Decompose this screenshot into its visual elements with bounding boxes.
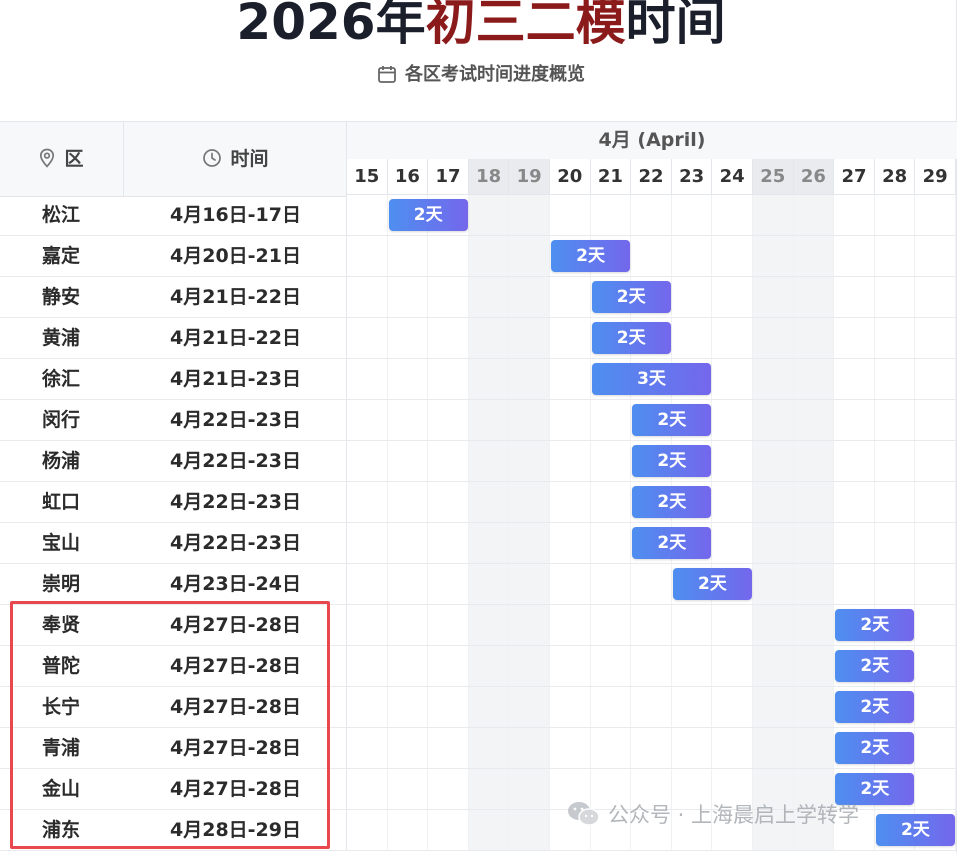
header-time-label: 时间 xyxy=(230,148,269,170)
duration-bar: 2天 xyxy=(632,486,712,518)
day-header: 16 xyxy=(387,159,429,195)
day-header: 24 xyxy=(712,159,753,195)
day-header: 26 xyxy=(793,159,835,195)
district-name: 嘉定 xyxy=(41,245,80,267)
day-header: 28 xyxy=(874,159,916,195)
day-header: 23 xyxy=(671,159,713,195)
district-name: 虹口 xyxy=(41,491,80,513)
day-header: 15 xyxy=(347,159,388,195)
exam-dates: 4月20日-21日 xyxy=(170,245,301,267)
exam-dates: 4月23日-24日 xyxy=(170,573,301,595)
district-name: 静安 xyxy=(41,286,80,308)
table-row: 嘉定 4月20日-21日 2天 xyxy=(0,236,957,277)
district-name: 崇明 xyxy=(41,573,80,595)
duration-bar: 2天 xyxy=(591,281,671,313)
table-row: 虹口 4月22日-23日 2天 xyxy=(0,482,957,523)
table-row: 崇明 4月23日-24日 2天 xyxy=(0,564,957,605)
header-time: 时间 xyxy=(124,122,347,196)
watermark: 公众号 · 上海晨启上学转学 xyxy=(566,800,859,830)
table-row: 徐汇 4月21日-23日 3天 xyxy=(0,359,957,400)
duration-bar: 2天 xyxy=(835,650,915,682)
district-name: 徐汇 xyxy=(41,368,80,390)
day-header: 22 xyxy=(631,159,672,195)
duration-bar: 2天 xyxy=(632,404,712,436)
duration-bar: 3天 xyxy=(591,363,712,395)
day-header: 18 xyxy=(468,159,510,195)
exam-dates: 4月21日-23日 xyxy=(170,368,301,390)
title-highlight: 初三二模 xyxy=(425,0,626,51)
day-header: 27 xyxy=(834,159,875,195)
district-name: 黄浦 xyxy=(41,327,80,349)
header-district: 区 xyxy=(0,122,122,196)
duration-bar: 2天 xyxy=(672,568,752,600)
table-row: 闵行 4月22日-23日 2天 xyxy=(0,400,957,441)
subtitle-text: 各区考试时间进度概览 xyxy=(405,64,585,85)
wechat-icon xyxy=(568,802,600,826)
duration-bar: 2天 xyxy=(632,527,712,559)
table-row: 宝山 4月22日-23日 2天 xyxy=(0,523,957,564)
day-header: 21 xyxy=(590,159,632,195)
duration-bar: 2天 xyxy=(388,199,468,231)
table-row: 杨浦 4月22日-23日 2天 xyxy=(0,441,957,482)
day-header: 25 xyxy=(753,159,794,195)
exam-dates: 4月16日-17日 xyxy=(170,204,301,226)
exam-dates: 4月21日-22日 xyxy=(170,327,301,349)
title-prefix: 2026年 xyxy=(236,0,426,51)
exam-dates: 4月22日-23日 xyxy=(170,532,301,554)
exam-dates: 4月22日-23日 xyxy=(170,409,301,431)
day-header: 20 xyxy=(550,159,591,195)
district-name: 闵行 xyxy=(41,409,80,431)
table-header-left: 区 时间 xyxy=(0,121,347,197)
table-row: 松江 4月16日-17日 2天 xyxy=(0,195,957,236)
duration-bar: 2天 xyxy=(591,322,671,354)
exam-dates: 4月22日-23日 xyxy=(170,450,301,472)
page-title: 2026年初三二模时间 xyxy=(0,0,962,58)
table-row: 静安 4月21日-22日 2天 xyxy=(0,277,957,318)
header-district-label: 区 xyxy=(64,148,84,170)
calendar-icon xyxy=(378,66,396,83)
page-subtitle: 各区考试时间进度概览 xyxy=(0,62,962,88)
table-row: 黄浦 4月21日-22日 2天 xyxy=(0,318,957,359)
day-header: 17 xyxy=(428,159,469,195)
month-header: 4月 (April) xyxy=(347,121,957,160)
watermark-text: 公众号 · 上海晨启上学转学 xyxy=(608,803,860,827)
location-pin-icon xyxy=(40,148,55,168)
clock-icon xyxy=(203,149,222,167)
duration-bar: 2天 xyxy=(875,814,955,846)
day-header: 19 xyxy=(509,159,550,195)
duration-bar: 2天 xyxy=(835,609,915,641)
day-header: 29 xyxy=(915,159,956,195)
title-suffix: 时间 xyxy=(625,0,726,51)
highlight-box xyxy=(10,601,330,849)
district-name: 杨浦 xyxy=(41,450,80,472)
duration-bar: 2天 xyxy=(632,445,712,477)
duration-bar: 2天 xyxy=(551,240,631,272)
exam-dates: 4月22日-23日 xyxy=(170,491,301,513)
duration-bar: 2天 xyxy=(835,691,915,723)
district-name: 松江 xyxy=(41,204,80,226)
duration-bar: 2天 xyxy=(835,732,915,764)
district-name: 宝山 xyxy=(41,532,80,554)
exam-dates: 4月21日-22日 xyxy=(170,286,301,308)
